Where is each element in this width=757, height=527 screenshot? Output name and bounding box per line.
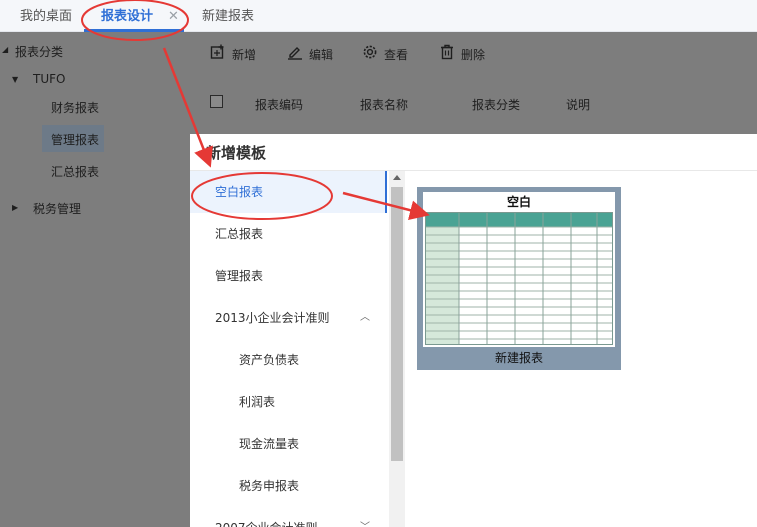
chevron-up-icon: ︿ [360,312,370,323]
expand-arrow-icon[interactable]: ▼ [12,75,18,84]
sidebar-group-tufo[interactable]: TUFO [33,72,65,86]
trash-icon[interactable] [439,44,455,60]
new-template-dialog: 新增模板 空白报表 汇总报表 管理报表 2013小企业会计准则 ︿ 资产负债表 利… [190,134,757,527]
menu-item-label: 税务申报表 [239,479,300,493]
sidebar-item-finance[interactable]: 财务报表 [51,99,99,116]
template-card-blank[interactable]: 空白 新建报表 [417,187,621,370]
menu-item-tax-return[interactable]: 税务申报表 [190,465,387,507]
menu-item-label: 现金流量表 [239,437,300,451]
sidebar-item-summary[interactable]: 汇总报表 [51,163,99,180]
tab-bar: 我的桌面 报表设计 ✕ 新建报表 [0,0,757,32]
menu-item-cash-flow[interactable]: 现金流量表 [190,423,387,465]
menu-item-label: 利润表 [239,395,276,409]
menu-item-income-statement[interactable]: 利润表 [190,381,387,423]
sidebar: ◢ 报表分类 ▼ TUFO 财务报表 管理报表 汇总报表 ▶ 税务管理 [0,32,190,527]
menu-item-label: 2007企业会计准则 [215,507,318,527]
menu-item-2007-standard[interactable]: 2007企业会计准则 ﹀ [190,507,387,527]
menu-item-management-report[interactable]: 管理报表 [190,255,387,297]
expand-arrow-icon[interactable]: ▶ [12,203,18,212]
header-report-code: 报表编码 [255,98,304,112]
spreadsheet-grid-icon [425,212,613,345]
view-button[interactable]: 查看 [384,46,408,63]
edit-button[interactable]: 编辑 [309,46,333,63]
template-category-menu: 空白报表 汇总报表 管理报表 2013小企业会计准则 ︿ 资产负债表 利润表 现金… [190,171,387,527]
template-name: 空白 [506,195,531,209]
scroll-up-arrow-icon[interactable] [393,175,401,180]
menu-item-label: 空白报表 [215,185,264,199]
sidebar-root[interactable]: 报表分类 [15,43,63,60]
chevron-down-icon: ﹀ [360,507,370,527]
tab-my-desktop[interactable]: 我的桌面 [20,0,72,32]
add-button[interactable]: 新增 [232,46,256,63]
template-caption: 新建报表 [494,351,543,365]
menu-scrollbar[interactable] [389,171,405,527]
sidebar-group-tax[interactable]: 税务管理 [33,200,81,217]
menu-item-blank-report[interactable]: 空白报表 [190,171,387,213]
delete-button[interactable]: 删除 [461,46,485,63]
dialog-title: 新增模板 [206,144,267,162]
scroll-thumb[interactable] [391,187,403,461]
menu-item-label: 资产负债表 [239,353,300,367]
menu-item-label: 管理报表 [215,269,264,283]
gear-icon[interactable] [362,44,378,60]
select-all-checkbox[interactable] [210,95,223,108]
menu-item-2013-standard[interactable]: 2013小企业会计准则 ︿ [190,297,387,339]
sidebar-item-management[interactable]: 管理报表 [51,131,99,148]
add-icon[interactable] [210,44,226,60]
menu-item-label: 2013小企业会计准则 [215,311,330,325]
main-toolbar-area: 新增 编辑 查看 删除 报表编码 报表名称 报表分类 说明 [190,32,757,134]
menu-item-balance-sheet[interactable]: 资产负债表 [190,339,387,381]
collapse-arrow-icon[interactable]: ◢ [2,45,8,54]
header-report-name: 报表名称 [360,98,409,112]
template-preview: 空白 [423,192,615,347]
edit-icon[interactable] [287,44,303,60]
menu-item-summary-report[interactable]: 汇总报表 [190,213,387,255]
tab-report-design[interactable]: 报表设计 [101,0,153,32]
menu-item-label: 汇总报表 [215,227,264,241]
header-description: 说明 [566,98,591,112]
header-report-category: 报表分类 [472,98,521,112]
tab-new-report[interactable]: 新建报表 [202,0,254,32]
